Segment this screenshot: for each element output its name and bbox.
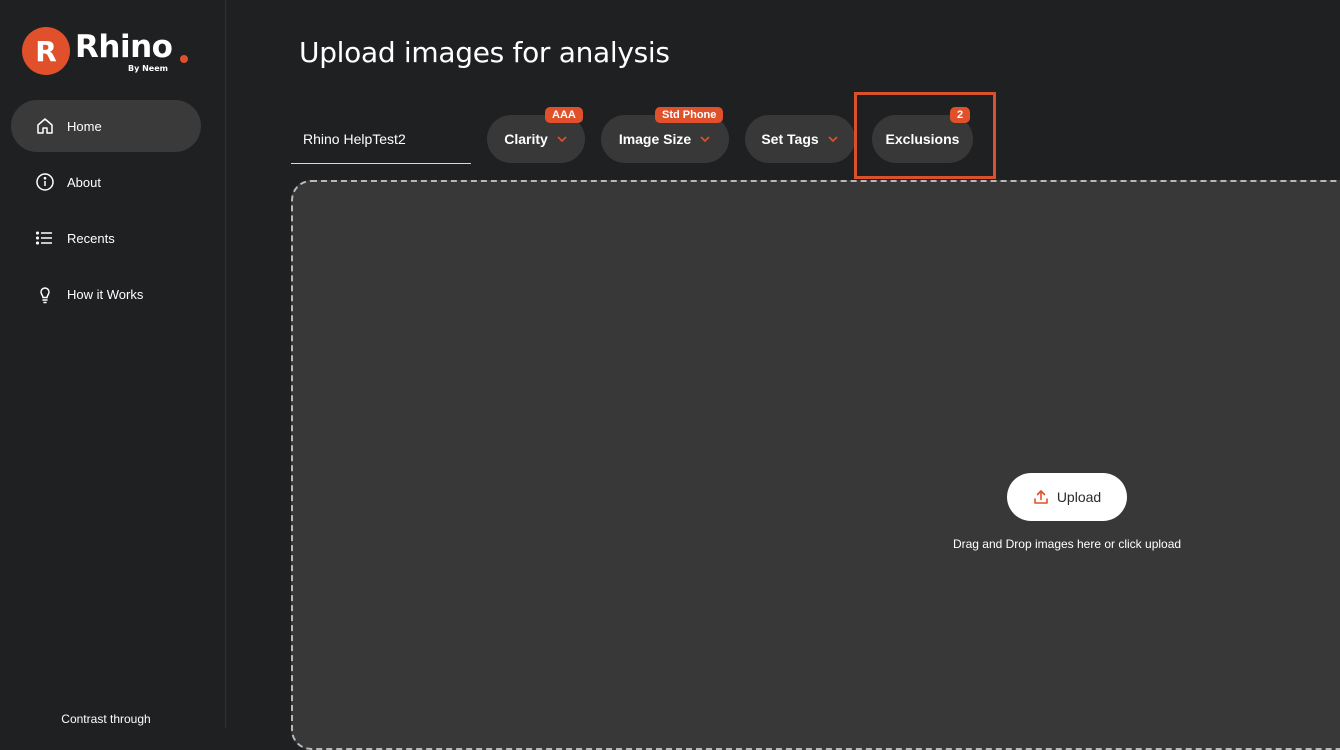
image-size-badge: Std Phone: [655, 107, 724, 123]
home-icon: [35, 116, 55, 136]
chevron-down-icon: [827, 133, 839, 145]
set-tags-label: Set Tags: [761, 131, 819, 147]
info-icon: [35, 172, 55, 192]
chevron-down-icon: [556, 133, 568, 145]
upload-icon: [1033, 489, 1049, 505]
project-name-field[interactable]: [291, 115, 471, 164]
sidebar-nav: Home About Recents How it Works: [11, 100, 201, 324]
upload-button-label: Upload: [1056, 489, 1102, 505]
clarity-badge: AAA: [545, 107, 583, 123]
lightbulb-icon: [35, 284, 55, 304]
sidebar-item-label: How it Works: [67, 286, 144, 302]
rhino-logo-mark-icon: R: [22, 27, 70, 75]
logo-text: Rhino By Neem: [75, 27, 195, 75]
exclusions-highlight-box: [854, 92, 996, 179]
chevron-down-icon: [699, 133, 711, 145]
sidebar-item-label: Recents: [67, 230, 115, 246]
brand-dot-icon: [180, 55, 188, 63]
clarity-dropdown[interactable]: Clarity AAA: [487, 107, 585, 163]
upload-dropzone[interactable]: [291, 180, 1340, 750]
sidebar-item-recents[interactable]: Recents: [11, 212, 201, 264]
brand-subtitle: By Neem: [128, 64, 168, 73]
drop-hint-text: Drag and Drop images here or click uploa…: [952, 537, 1182, 551]
clarity-label: Clarity: [504, 131, 548, 147]
image-size-label: Image Size: [618, 131, 692, 147]
brand-name: Rhino: [75, 29, 173, 65]
sidebar-footer-text: Contrast through: [61, 712, 151, 726]
sidebar-item-how-it-works[interactable]: How it Works: [11, 268, 201, 320]
sidebar-item-home[interactable]: Home: [11, 100, 201, 152]
set-tags-dropdown[interactable]: Set Tags: [745, 115, 855, 163]
sidebar-item-label: About: [67, 174, 101, 190]
sidebar: R Rhino By Neem Home About Recents How i…: [0, 0, 226, 728]
sidebar-item-about[interactable]: About: [11, 156, 201, 208]
list-icon: [35, 228, 55, 248]
rhino-logo[interactable]: R Rhino By Neem: [22, 27, 195, 75]
image-size-dropdown[interactable]: Image Size Std Phone: [601, 107, 729, 163]
page-title: Upload images for analysis: [299, 36, 670, 69]
project-name-input[interactable]: [303, 131, 463, 147]
upload-button[interactable]: Upload: [1007, 473, 1127, 521]
sidebar-item-label: Home: [67, 118, 102, 134]
